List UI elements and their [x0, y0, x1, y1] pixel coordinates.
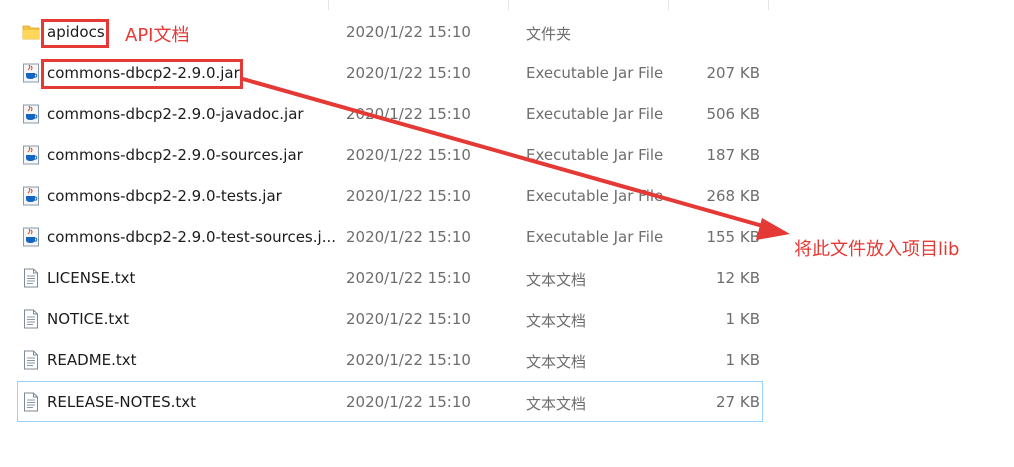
file-date: 2020/1/22 15:10 — [346, 64, 471, 82]
jar-file-icon — [22, 104, 40, 124]
file-date: 2020/1/22 15:10 — [346, 187, 471, 205]
file-date: 2020/1/22 15:10 — [346, 393, 471, 411]
file-name: commons-dbcp2-2.9.0-sources.jar — [47, 146, 303, 164]
file-date: 2020/1/22 15:10 — [346, 351, 471, 369]
file-type: 文本文档 — [526, 312, 587, 330]
column-separator[interactable] — [328, 0, 329, 10]
file-name: NOTICE.txt — [47, 310, 129, 328]
file-name: LICENSE.txt — [47, 269, 136, 287]
text-file-icon — [22, 309, 40, 329]
file-type: Executable Jar File — [526, 228, 664, 246]
list-item-text[interactable]: NOTICE.txt 2020/1/22 15:10 文本文档 1 KB — [0, 299, 770, 340]
folder-icon — [22, 22, 40, 42]
file-date: 2020/1/22 15:10 — [346, 228, 471, 246]
jar-file-icon — [22, 227, 40, 247]
put-in-lib-annotation: 将此文件放入项目lib — [794, 239, 960, 260]
file-explorer-view: apidocs 2020/1/22 15:10 文件夹 commons-dbcp… — [0, 0, 1014, 467]
list-item-jar[interactable]: commons-dbcp2-2.9.0-tests.jar 2020/1/22 … — [0, 176, 770, 217]
file-date: 2020/1/22 15:10 — [346, 105, 471, 123]
file-date: 2020/1/22 15:10 — [346, 310, 471, 328]
file-type: Executable Jar File — [526, 105, 664, 123]
file-size: 27 KB — [716, 393, 760, 411]
file-date: 2020/1/22 15:10 — [346, 269, 471, 287]
jar-file-icon — [22, 186, 40, 206]
file-size: 1 KB — [725, 310, 760, 328]
file-name: README.txt — [47, 351, 137, 369]
text-file-icon — [22, 268, 40, 288]
list-item-apidocs[interactable]: apidocs 2020/1/22 15:10 文件夹 — [0, 12, 770, 53]
file-type: 文本文档 — [526, 395, 587, 413]
file-type: Executable Jar File — [526, 187, 664, 205]
api-docs-annotation: API文档 — [125, 25, 190, 46]
text-file-icon — [22, 350, 40, 370]
file-name: commons-dbcp2-2.9.0-tests.jar — [47, 187, 282, 205]
file-type: Executable Jar File — [526, 146, 664, 164]
file-date: 2020/1/22 15:10 — [346, 23, 471, 41]
file-type: Executable Jar File — [526, 64, 664, 82]
file-size: 506 KB — [706, 105, 760, 123]
file-size: 1 KB — [725, 351, 760, 369]
file-name: RELEASE-NOTES.txt — [47, 393, 197, 411]
file-date: 2020/1/22 15:10 — [346, 146, 471, 164]
list-item-jar[interactable]: commons-dbcp2-2.9.0-sources.jar 2020/1/2… — [0, 135, 770, 176]
apidocs-highlight-box — [41, 19, 109, 48]
file-type: 文件夹 — [526, 25, 572, 43]
list-item-text[interactable]: LICENSE.txt 2020/1/22 15:10 文本文档 12 KB — [0, 258, 770, 299]
file-size: 207 KB — [706, 64, 760, 82]
file-size: 268 KB — [706, 187, 760, 205]
column-separator[interactable] — [768, 0, 769, 10]
file-type: 文本文档 — [526, 271, 587, 289]
file-name: commons-dbcp2-2.9.0-test-sources.j... — [47, 228, 336, 246]
text-file-icon — [22, 392, 40, 412]
jar-highlight-box — [41, 59, 243, 89]
list-item-text[interactable]: README.txt 2020/1/22 15:10 文本文档 1 KB — [0, 340, 770, 381]
file-name: commons-dbcp2-2.9.0-javadoc.jar — [47, 105, 304, 123]
list-item-text-selected[interactable]: RELEASE-NOTES.txt 2020/1/22 15:10 文本文档 2… — [17, 381, 763, 422]
jar-file-icon — [22, 63, 40, 83]
jar-file-icon — [22, 145, 40, 165]
file-size: 187 KB — [706, 146, 760, 164]
list-item-jar[interactable]: commons-dbcp2-2.9.0-javadoc.jar 2020/1/2… — [0, 94, 770, 135]
file-type: 文本文档 — [526, 353, 587, 371]
file-size: 12 KB — [716, 269, 760, 287]
file-size: 155 KB — [706, 228, 760, 246]
list-item-jar[interactable]: commons-dbcp2-2.9.0-test-sources.j... 20… — [0, 217, 770, 258]
column-separator[interactable] — [668, 0, 669, 10]
column-separator[interactable] — [508, 0, 509, 10]
